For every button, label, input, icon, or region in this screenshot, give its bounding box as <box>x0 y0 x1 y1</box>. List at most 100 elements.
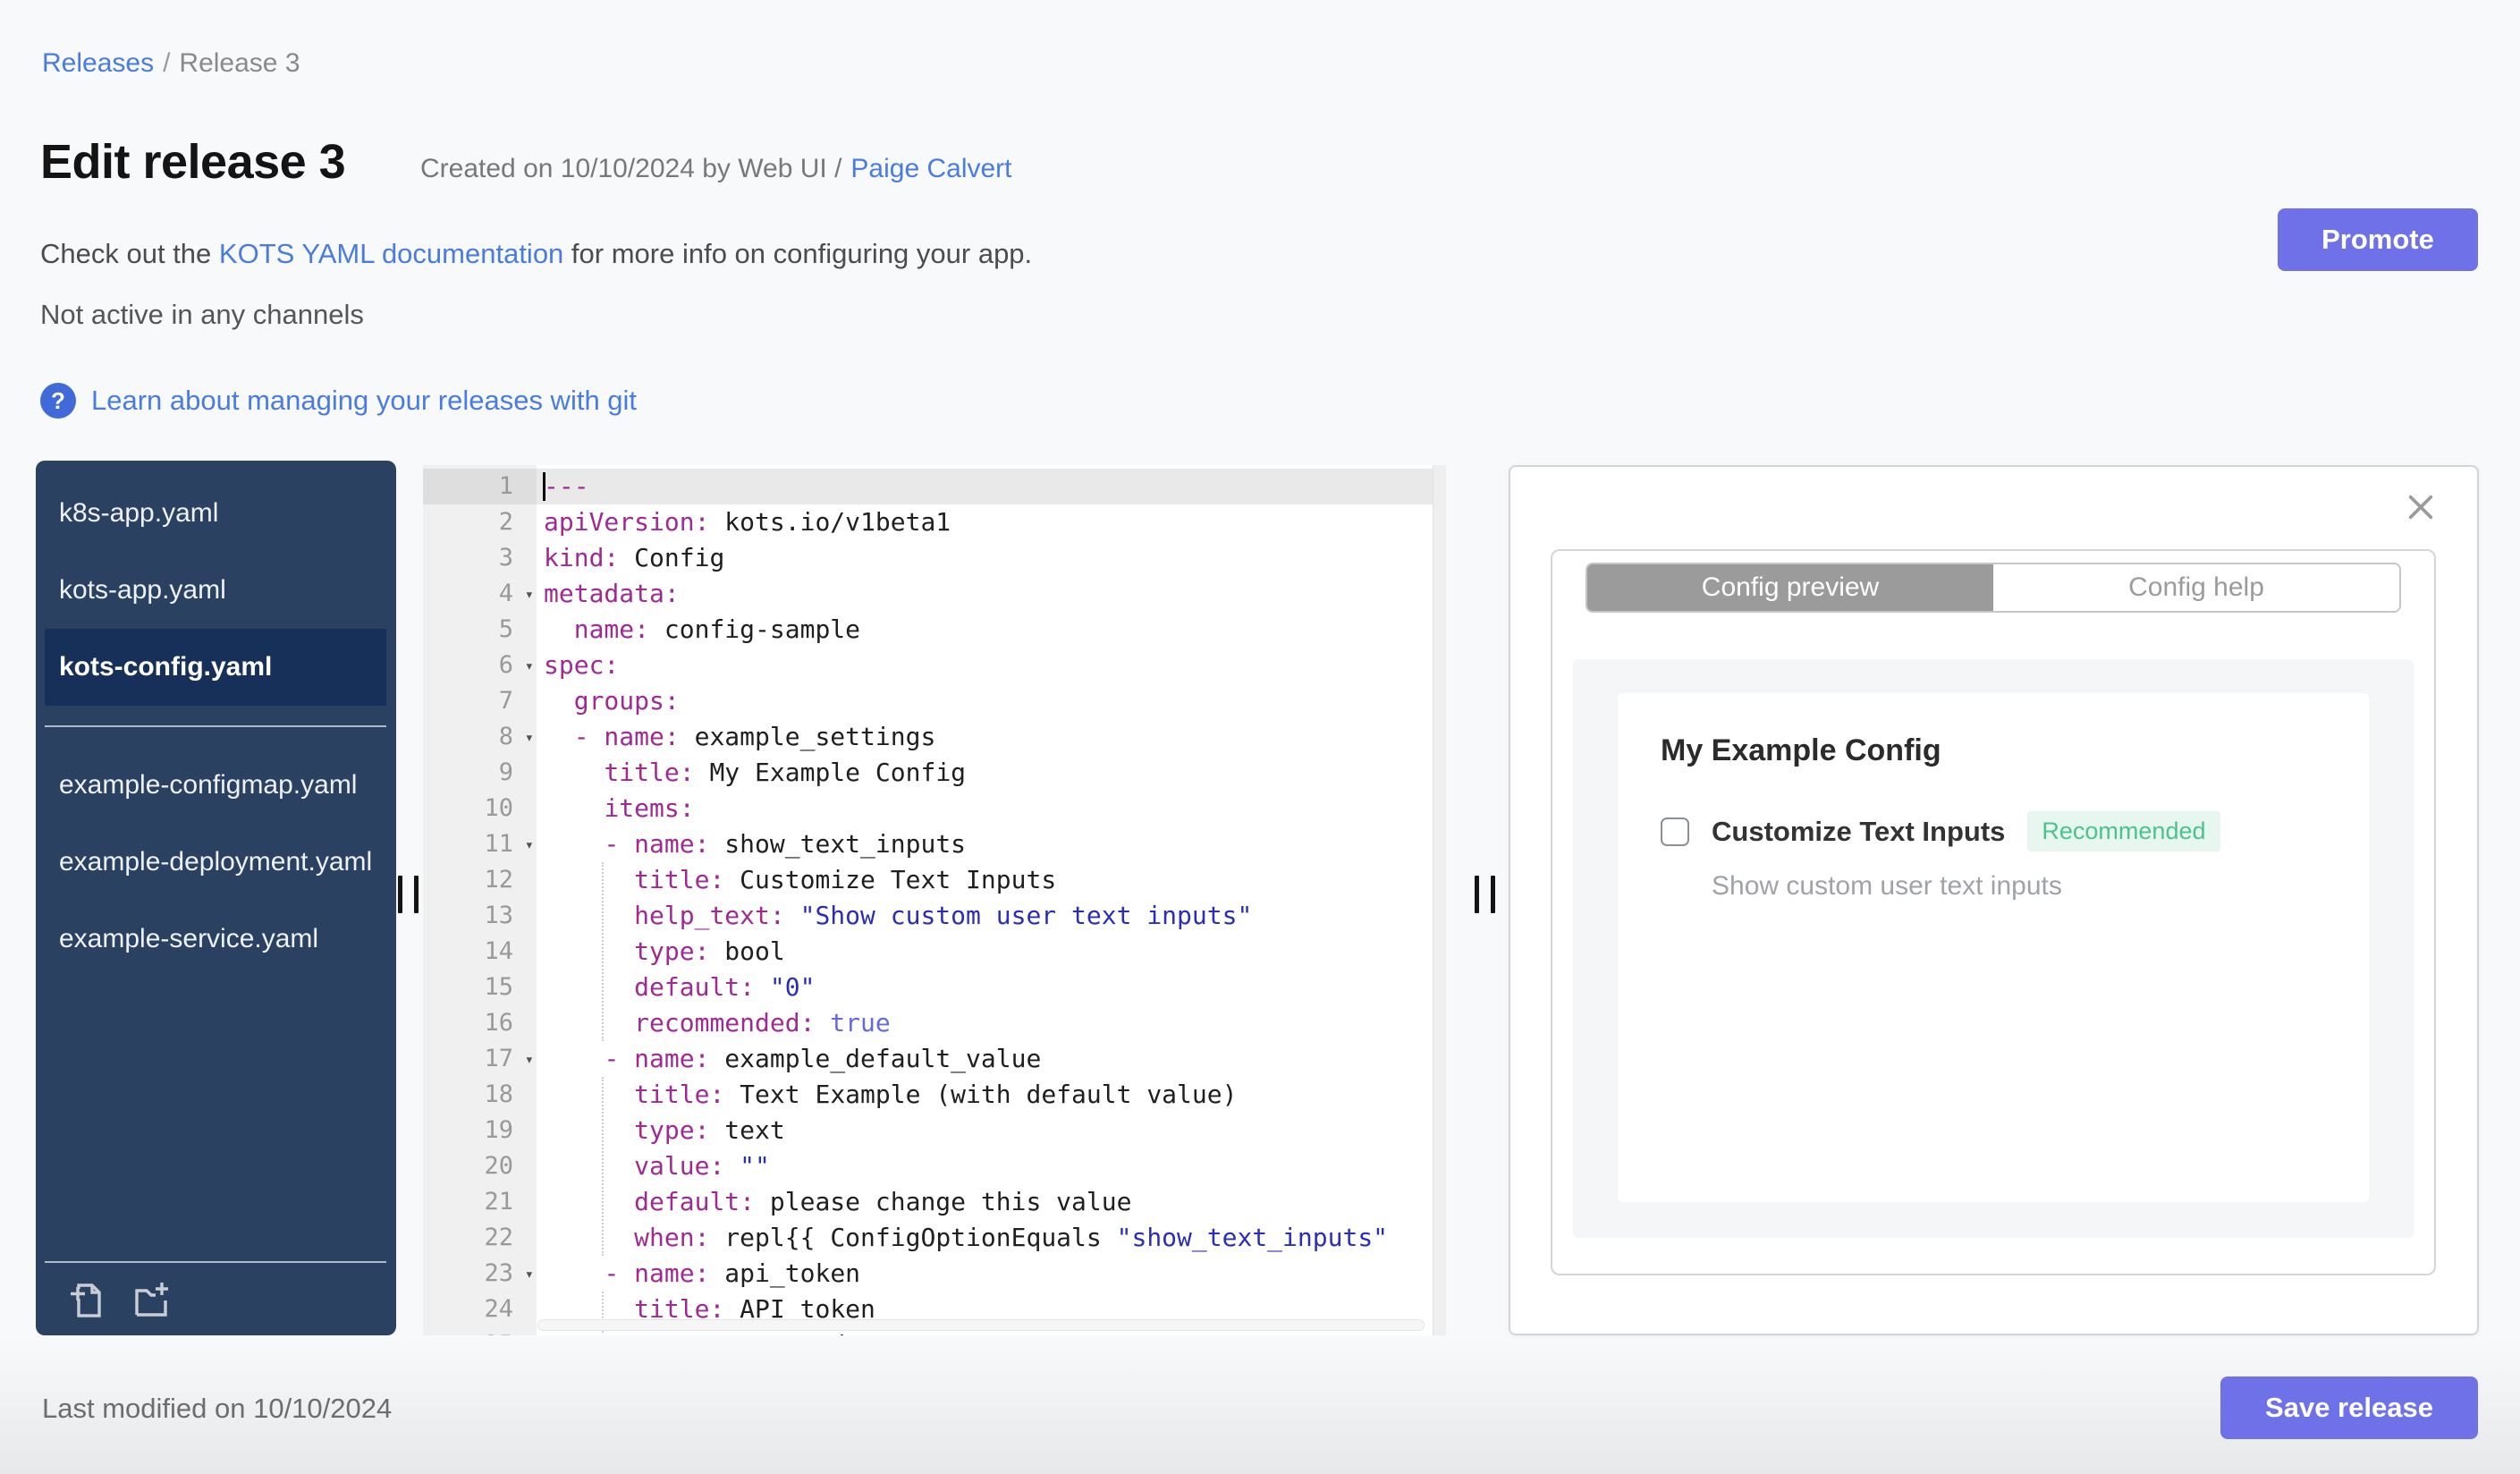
indent-guide <box>602 1077 604 1256</box>
line-number: 9 <box>498 758 513 786</box>
line-number: 15 <box>484 973 513 1001</box>
preview-resize-handle[interactable] <box>1475 876 1495 913</box>
code-text: type: bool <box>634 936 785 966</box>
promote-button[interactable]: Promote <box>2278 208 2478 271</box>
close-icon[interactable] <box>2406 492 2436 522</box>
new-file-icon[interactable] <box>65 1277 108 1320</box>
indent-guide <box>602 862 604 1041</box>
recommended-badge: Recommended <box>2027 811 2220 851</box>
code-text: metadata: <box>544 579 680 608</box>
kots-docs-link[interactable]: KOTS YAML documentation <box>219 238 563 269</box>
code-text: when: repl{{ ConfigOptionEquals "show_te… <box>634 1223 1389 1252</box>
breadcrumb-releases-link[interactable]: Releases <box>42 48 154 78</box>
code-line-16[interactable]: 16 recommended: true <box>423 1005 1446 1041</box>
code-text: help_text: "Show custom user text inputs… <box>634 901 1253 930</box>
config-item-help: Show custom user text inputs <box>1712 871 2062 901</box>
file-list: k8s-app.yaml kots-app.yaml kots-config.yam… <box>36 461 396 978</box>
config-group-title: My Example Config <box>1661 733 1941 767</box>
fold-arrow-icon[interactable]: ▾ <box>525 720 534 756</box>
git-help-row[interactable]: ? Learn about managing your releases wit… <box>40 383 637 419</box>
question-mark-icon: ? <box>40 383 76 419</box>
code-text: groups: <box>573 686 680 716</box>
created-text: Created on 10/10/2024 by Web UI / <box>420 154 842 183</box>
line-number: 5 <box>498 615 513 643</box>
code-text: apiVersion: kots.io/v1beta1 <box>544 507 951 537</box>
sidebar-resize-handle[interactable] <box>398 876 419 913</box>
code-line-13[interactable]: 13 help_text: "Show custom user text inp… <box>423 898 1446 934</box>
code-line-15[interactable]: 15 default: "0" <box>423 970 1446 1005</box>
code-line-7[interactable]: 7 groups: <box>423 683 1446 719</box>
code-line-2[interactable]: 2 apiVersion: kots.io/v1beta1 <box>423 504 1446 540</box>
line-number: 22 <box>484 1224 513 1251</box>
fold-arrow-icon[interactable]: ▾ <box>525 577 534 613</box>
code-line-21[interactable]: 21 default: please change this value <box>423 1184 1446 1220</box>
editor-hscrollbar[interactable] <box>537 1319 1425 1331</box>
new-folder-icon[interactable] <box>130 1277 173 1320</box>
sidebar-file-kots-config.yaml[interactable]: kots-config.yaml <box>45 629 386 706</box>
code-line-22[interactable]: 22 when: repl{{ ConfigOptionEquals "show… <box>423 1220 1446 1256</box>
code-line-8[interactable]: 8 ▾ - name: example_settings <box>423 719 1446 755</box>
fold-arrow-icon[interactable]: ▾ <box>525 1257 534 1292</box>
code-text: --- <box>537 469 1446 504</box>
breadcrumb-separator: / <box>163 48 171 78</box>
code-line-4[interactable]: 4 ▾ metadata: <box>423 576 1446 612</box>
line-number: 2 <box>498 508 513 536</box>
code-text: value: "" <box>634 1151 770 1181</box>
line-number: 20 <box>484 1152 513 1180</box>
code-line-3[interactable]: 3 kind: Config <box>423 540 1446 576</box>
line-number: 6 ▾ <box>423 648 537 683</box>
editor-vscrollbar[interactable] <box>1433 465 1446 1335</box>
code-line-20[interactable]: 20 value: "" <box>423 1148 1446 1184</box>
yaml-editor[interactable]: 1 --- 2 apiVersion: kots.io/v1beta1 3 kind: C… <box>423 465 1446 1335</box>
line-number: 24 <box>484 1295 513 1323</box>
created-author-link[interactable]: Paige Calvert <box>850 154 1011 183</box>
save-release-button[interactable]: Save release <box>2220 1377 2478 1439</box>
sidebar-file-k8s-app.yaml[interactable]: k8s-app.yaml <box>36 475 396 552</box>
code-line-9[interactable]: 9 title: My Example Config <box>423 755 1446 791</box>
sidebar-file-example-configmap.yaml[interactable]: example-configmap.yaml <box>36 747 396 824</box>
tab-config-help[interactable]: Config help <box>1993 564 2399 611</box>
code-line-10[interactable]: 10 items: <box>423 791 1446 826</box>
customize-text-inputs-checkbox[interactable] <box>1661 817 1689 846</box>
code-line-23[interactable]: 23 ▾ - name: api_token <box>423 1256 1446 1292</box>
line-number: 18 <box>484 1080 513 1108</box>
preview-tabbar: Config preview Config help <box>1586 563 2401 613</box>
line-number: 21 <box>484 1188 513 1216</box>
fold-arrow-icon[interactable]: ▾ <box>525 648 534 684</box>
config-preview-panel: Config preview Config help My Example Con… <box>1509 465 2479 1335</box>
code-line-14[interactable]: 14 type: bool <box>423 934 1446 970</box>
code-line-18[interactable]: 18 title: Text Example (with default val… <box>423 1077 1446 1113</box>
line-number: 4 ▾ <box>423 576 537 612</box>
code-line-5[interactable]: 5 name: config-sample <box>423 612 1446 648</box>
line-number: 23 ▾ <box>423 1256 537 1292</box>
code-text: name: config-sample <box>573 614 861 644</box>
code-line-12[interactable]: 12 title: Customize Text Inputs <box>423 862 1446 898</box>
sidebar-file-example-service.yaml[interactable]: example-service.yaml <box>36 901 396 978</box>
code-text: items: <box>604 793 695 823</box>
config-item-label: Customize Text Inputs <box>1712 815 2006 847</box>
line-number: 19 <box>484 1116 513 1144</box>
config-group-card: My Example Config Customize Text Inputs … <box>1618 693 2369 1202</box>
sidebar-file-example-deployment.yaml[interactable]: example-deployment.yaml <box>36 824 396 901</box>
code-text: title: My Example Config <box>604 758 967 787</box>
code-text: type: text <box>634 1115 785 1145</box>
git-releases-link[interactable]: Learn about managing your releases with … <box>91 385 637 417</box>
code-text: spec: <box>544 650 620 680</box>
file-sidebar: k8s-app.yaml kots-app.yaml kots-config.yam… <box>36 461 396 1335</box>
code-line-19[interactable]: 19 type: text <box>423 1113 1446 1148</box>
code-line-17[interactable]: 17 ▾ - name: example_default_value <box>423 1041 1446 1077</box>
tab-config-preview[interactable]: Config preview <box>1587 564 1993 611</box>
line-number: 25 <box>423 1327 537 1335</box>
code-line-11[interactable]: 11 ▾ - name: show_text_inputs <box>423 826 1446 862</box>
code-text: kind: Config <box>544 543 725 572</box>
code-line-6[interactable]: 6 ▾ spec: <box>423 648 1446 683</box>
fold-arrow-icon[interactable]: ▾ <box>525 1042 534 1078</box>
code-text: recommended: true <box>634 1008 891 1038</box>
fold-arrow-icon[interactable]: ▾ <box>525 827 534 863</box>
code-line-1[interactable]: 1 --- <box>423 469 1446 504</box>
code-lines: 1 --- 2 apiVersion: kots.io/v1beta1 3 kind: C… <box>423 465 1446 1335</box>
preview-card: Config preview Config help My Example Con… <box>1551 549 2436 1275</box>
line-number: 1 <box>423 469 537 504</box>
breadcrumb: Releases / Release 3 <box>42 48 300 79</box>
sidebar-file-kots-app.yaml[interactable]: kots-app.yaml <box>36 552 396 629</box>
